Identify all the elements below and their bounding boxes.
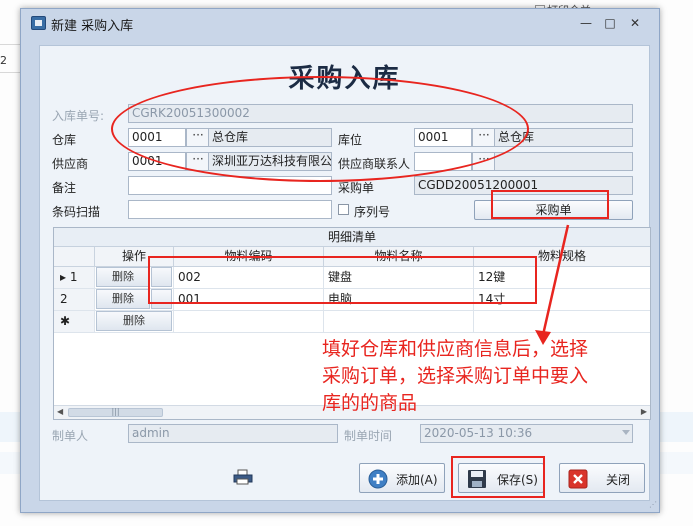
annotation-text: 填好仓库和供应商信息后，选择 采购订单，选择采购订单中要入 库的的商品	[322, 338, 589, 414]
annotation-arrow	[535, 224, 570, 345]
